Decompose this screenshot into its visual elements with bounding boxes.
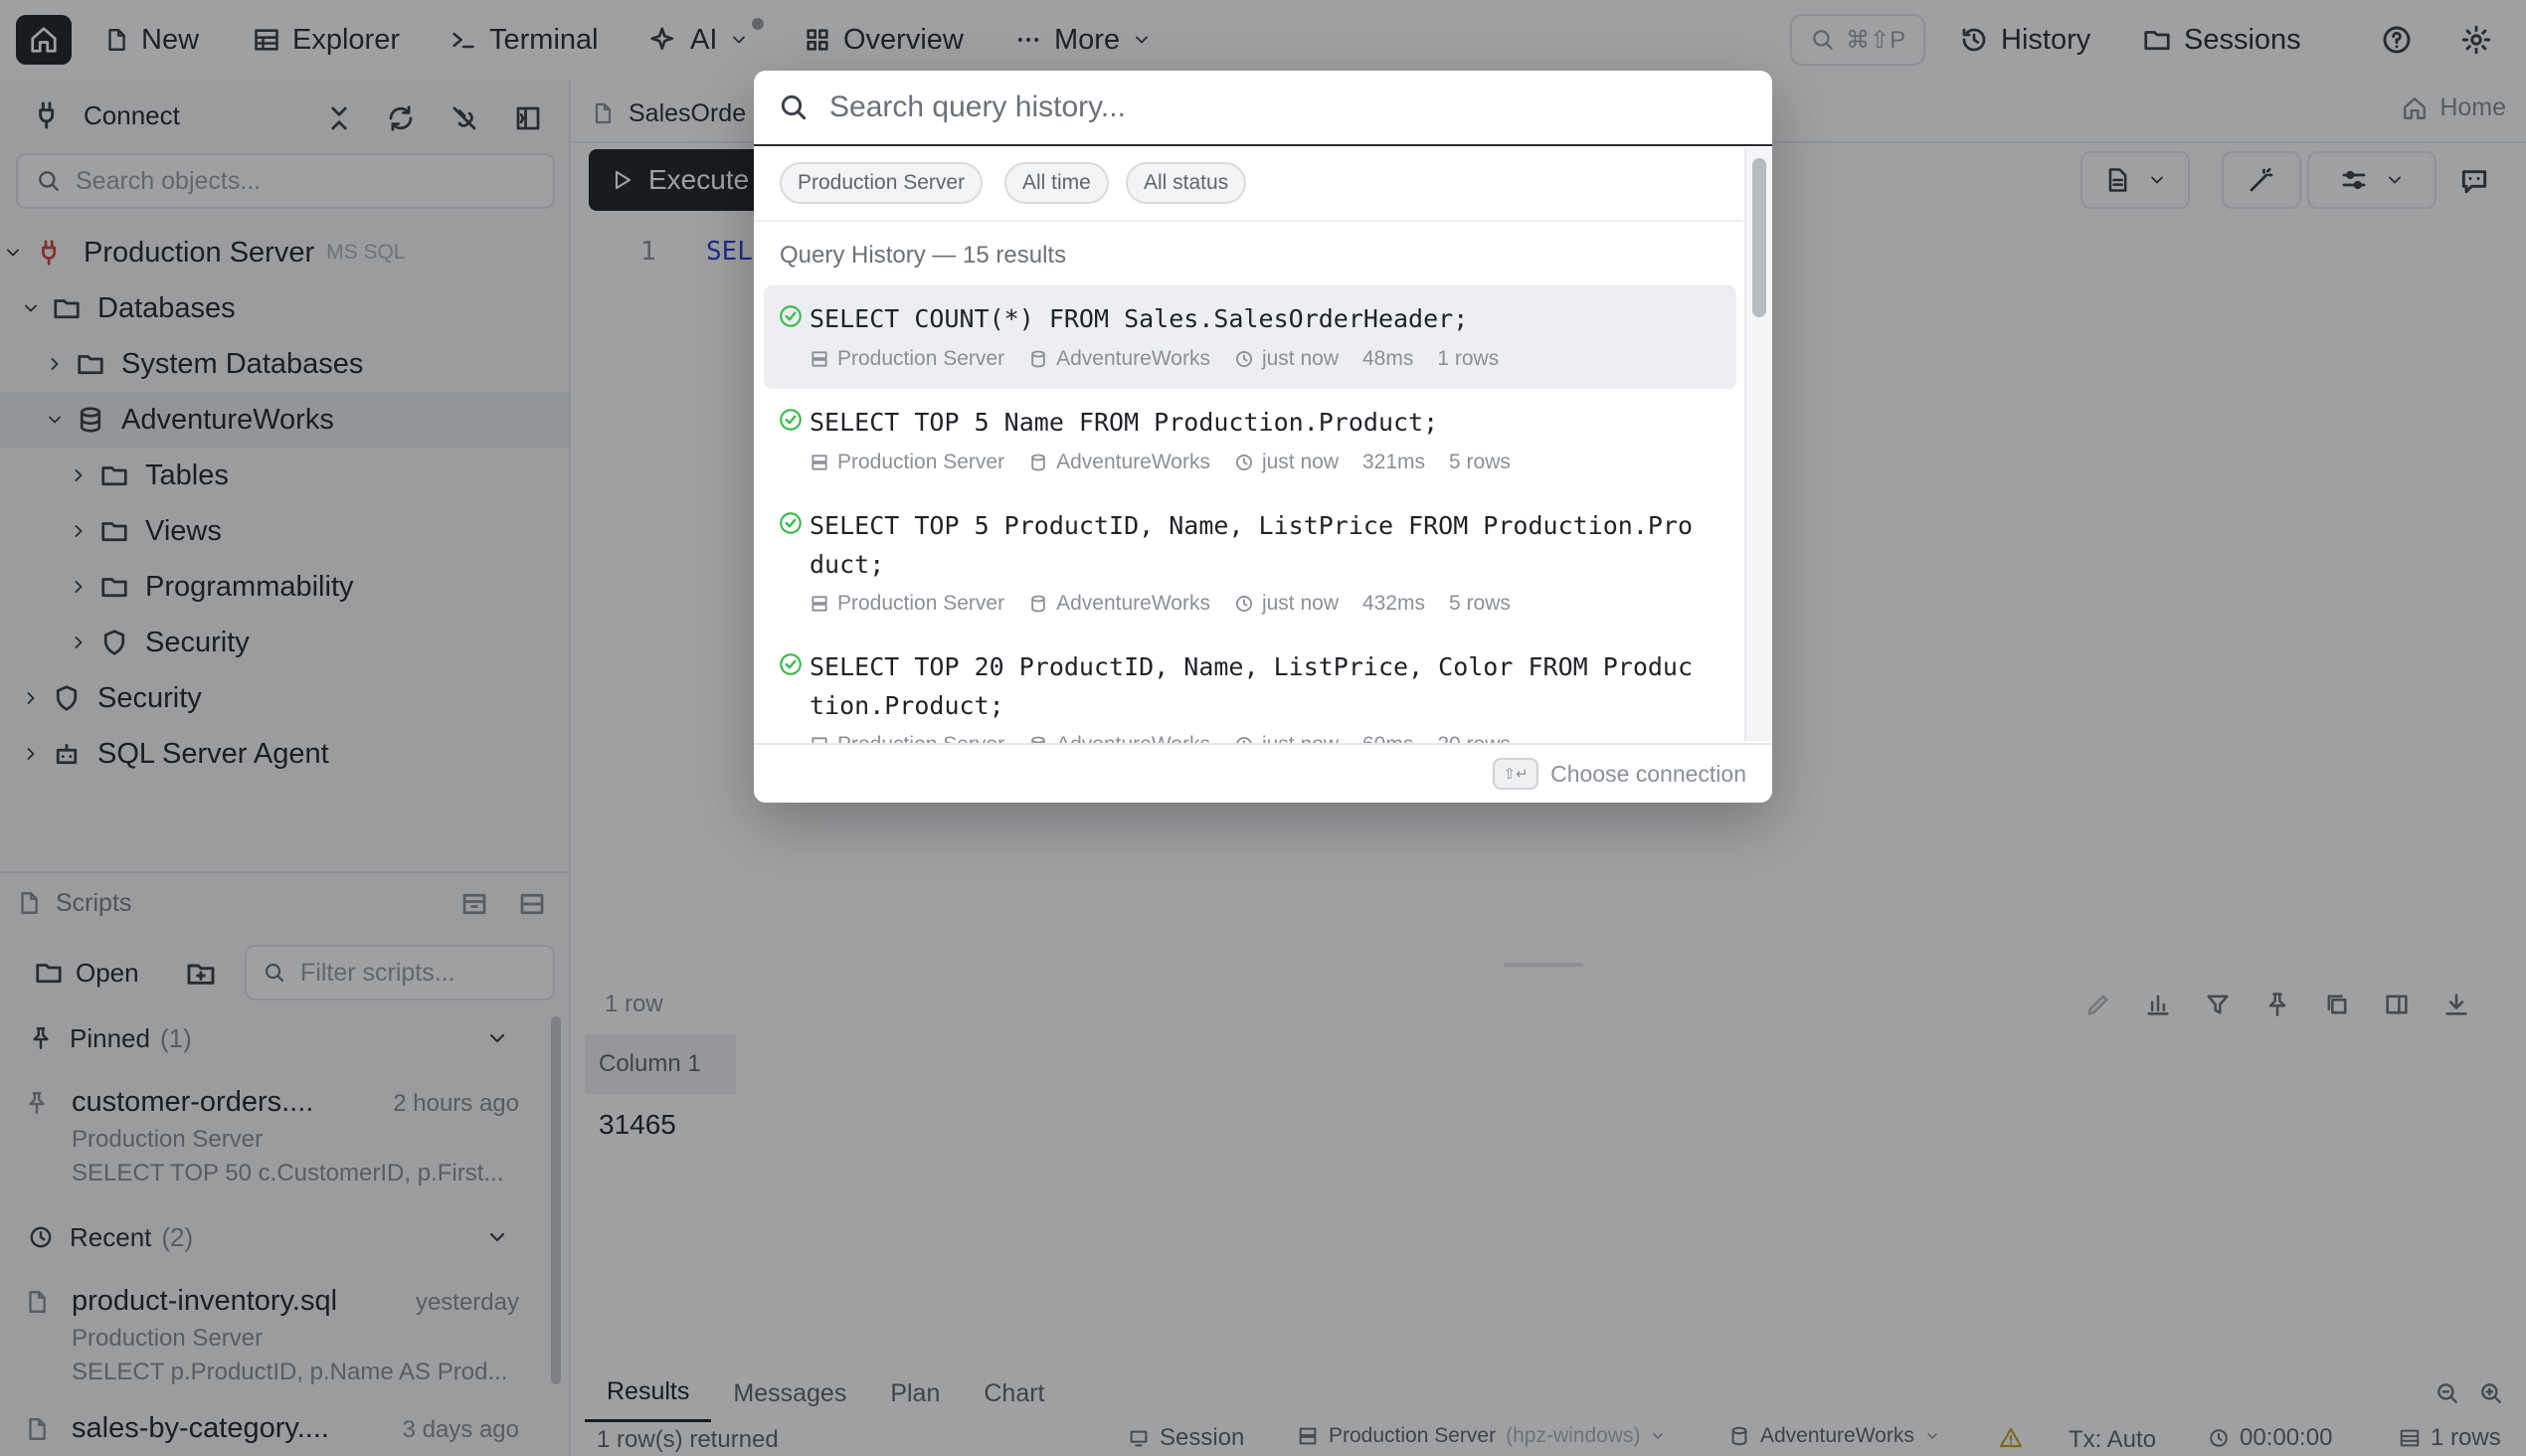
meta-database: AdventureWorks [1056, 347, 1210, 370]
meta-when: just now [1261, 451, 1339, 473]
meta-server: Production Server [837, 347, 1005, 370]
history-sql: SELECT TOP 5 Name FROM Production.Produc… [810, 408, 1439, 437]
scrollbar-thumb[interactable] [1752, 158, 1766, 317]
history-item[interactable]: SELECT TOP 5 ProductID, Name, ListPrice … [764, 492, 1736, 634]
meta-rows: 1 rows [1437, 347, 1500, 370]
divider [754, 220, 1742, 222]
meta-server: Production Server [837, 592, 1005, 615]
database-icon [1031, 454, 1045, 471]
history-sql: SELECT TOP 20 ProductID, Name, ListPrice… [810, 652, 1694, 720]
database-icon [1031, 595, 1045, 613]
history-sql: SELECT TOP 5 ProductID, Name, ListPrice … [810, 511, 1694, 579]
meta-database: AdventureWorks [1056, 592, 1210, 615]
history-heading: Query History — 15 results [780, 242, 1067, 269]
choose-connection-hint[interactable]: Choose connection [1550, 761, 1746, 788]
meta-rows: 5 rows [1449, 592, 1511, 615]
history-meta: Production Server AdventureWorks just no… [810, 592, 1511, 616]
history-search-input[interactable] [827, 90, 1726, 125]
history-scrollbar[interactable] [1744, 148, 1772, 741]
history-meta: Production Server AdventureWorks just no… [810, 451, 1511, 474]
meta-database: AdventureWorks [1056, 451, 1210, 473]
filter-chip-server[interactable]: Production Server [780, 162, 984, 204]
history-search-bar [754, 71, 1772, 146]
history-meta: Production Server AdventureWorks just no… [810, 347, 1499, 371]
server-icon [812, 455, 827, 470]
query-history-modal: Production Server All time All status Qu… [754, 71, 1772, 803]
success-check-icon [780, 305, 802, 327]
filter-chip-time[interactable]: All time [1004, 162, 1109, 204]
clock-icon [1235, 351, 1252, 367]
meta-when: just now [1261, 347, 1339, 370]
meta-duration: 321ms [1362, 451, 1426, 473]
shortcut-key: ⇧↵ [1493, 758, 1539, 790]
server-icon [812, 351, 827, 367]
filter-chip-status[interactable]: All status [1126, 162, 1247, 204]
meta-duration: 432ms [1362, 592, 1426, 615]
success-check-icon [780, 653, 802, 675]
meta-server: Production Server [837, 451, 1005, 473]
history-item[interactable]: SELECT COUNT(*) FROM Sales.SalesOrderHea… [764, 285, 1736, 389]
meta-duration: 48ms [1362, 347, 1414, 370]
meta-when: just now [1261, 592, 1339, 615]
history-sql: SELECT COUNT(*) FROM Sales.SalesOrderHea… [810, 304, 1469, 333]
meta-rows: 5 rows [1449, 451, 1511, 473]
success-check-icon [780, 409, 802, 431]
search-icon [781, 94, 807, 120]
database-icon [1031, 350, 1045, 368]
history-item[interactable]: SELECT TOP 5 Name FROM Production.Produc… [764, 389, 1736, 492]
success-check-icon [780, 512, 802, 534]
server-icon [812, 596, 827, 612]
clock-icon [1235, 455, 1252, 470]
history-footer: ⇧↵ Choose connection [754, 743, 1772, 803]
clock-icon [1235, 596, 1252, 612]
